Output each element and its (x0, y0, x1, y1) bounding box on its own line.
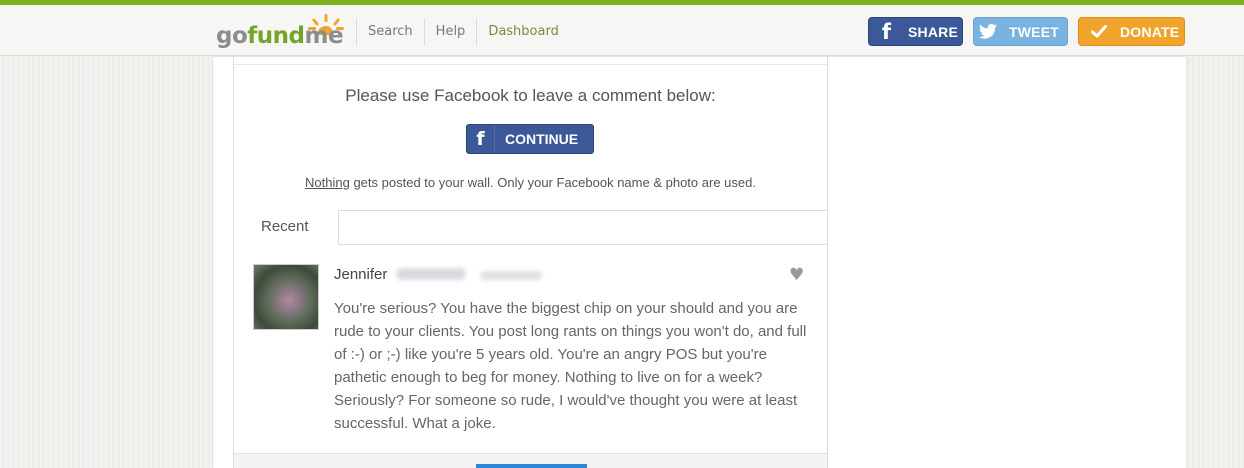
logo-fund: fund (247, 23, 305, 49)
continue-label: CONTINUE (505, 131, 579, 147)
logo-go: go (216, 23, 248, 49)
tab-recent[interactable]: Recent (234, 210, 339, 245)
gofundme-logo[interactable]: gofundme (216, 13, 344, 53)
donate-button[interactable]: DONATE (1078, 17, 1185, 46)
nav-help[interactable]: Help (423, 18, 477, 46)
redacted-surname (396, 268, 466, 280)
privacy-note-text: gets posted to your wall. Only your Face… (349, 175, 756, 190)
donate-label: DONATE (1120, 23, 1180, 40)
nav-dashboard[interactable]: Dashboard (476, 18, 570, 46)
comment-text: You're serious? You have the biggest chi… (334, 300, 807, 432)
top-header: gofundme Search Help Dashboard f SHARE T… (0, 5, 1244, 56)
load-more-button[interactable] (476, 464, 587, 468)
logo-wordmark: gofundme (216, 23, 344, 49)
nav-search[interactable]: Search (356, 18, 424, 46)
tweet-button[interactable]: TWEET (973, 17, 1068, 46)
twitter-bird-icon (974, 17, 1001, 46)
facebook-f-icon: f (881, 19, 892, 44)
main-nav: Search Help Dashboard (356, 18, 570, 46)
avatar[interactable] (253, 264, 319, 330)
facebook-f-icon: f (467, 125, 495, 153)
heart-icon[interactable]: ♥ (789, 265, 804, 285)
privacy-note-underlined: Nothing (305, 175, 350, 190)
logo-me: me (304, 23, 344, 49)
redacted-timestamp (480, 271, 542, 280)
comment-author[interactable]: Jennifer (334, 266, 387, 283)
facebook-prompt: Please use Facebook to leave a comment b… (345, 86, 716, 105)
check-icon (1085, 17, 1112, 46)
share-label: SHARE (908, 23, 959, 40)
comments-section: Please use Facebook to leave a comment b… (233, 57, 828, 468)
facebook-privacy-note: Nothing gets posted to your wall. Only y… (234, 175, 827, 190)
share-button[interactable]: f SHARE (868, 17, 963, 46)
section-divider (234, 64, 827, 65)
tweet-label: TWEET (1009, 23, 1059, 40)
facebook-continue-button[interactable]: f CONTINUE (466, 124, 594, 154)
